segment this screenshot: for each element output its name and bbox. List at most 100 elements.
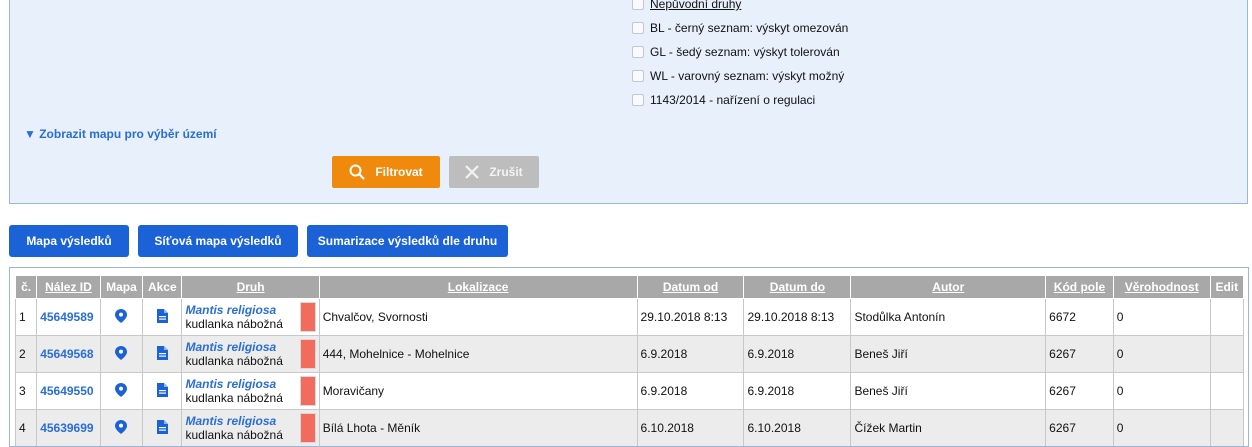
checkbox[interactable] [632, 0, 644, 10]
date-to-cell: 6.10.2018 [743, 409, 852, 446]
row-number: 2 [14, 335, 38, 373]
col-header-id[interactable]: Nález ID [36, 275, 101, 299]
edit-cell [1209, 298, 1245, 336]
map-pin-icon[interactable] [115, 308, 128, 323]
species-czech-name: kudlanka nábožná [185, 354, 283, 368]
record-id-cell: 45649568 [36, 335, 101, 373]
map-cell [99, 335, 144, 373]
action-cell [142, 298, 183, 336]
status-color-bar [299, 339, 316, 369]
table-row: 1 45649589 Mantis religiosa kudlanka nábo… [14, 298, 1245, 336]
col-header-edit: Edit [1209, 275, 1245, 299]
results-table: č. Nález ID Mapa Akce Druh Lokalizace Da… [14, 275, 1245, 446]
locality-cell: Chvalčov, Svornosti [318, 298, 638, 336]
filter-warnlist[interactable]: WL - varovný seznam: výskyt možný [632, 68, 844, 84]
map-cell [99, 372, 144, 410]
edit-cell [1209, 372, 1245, 410]
checkbox-label: 1143/2014 - nařízení o regulaci [650, 93, 816, 107]
locality-cell: Moravičany [318, 372, 638, 410]
document-icon[interactable] [156, 382, 168, 397]
species-latin-link[interactable]: Mantis religiosa [185, 414, 282, 428]
table-row: 4 45639699 Mantis religiosa kudlanka nábo… [14, 409, 1245, 446]
action-cell [142, 409, 183, 446]
row-number: 4 [14, 409, 38, 446]
checkbox[interactable] [632, 46, 644, 58]
field-code-cell: 6672 [1045, 298, 1114, 336]
record-id-link[interactable]: 45639699 [40, 421, 93, 435]
checkbox-label: BL - černý seznam: výskyt omezován [650, 21, 849, 35]
col-header-field-code[interactable]: Kód pole [1045, 275, 1114, 299]
author-cell: Stodůlka Antonín [850, 298, 1047, 336]
col-header-number: č. [14, 275, 38, 299]
col-header-author[interactable]: Autor [850, 275, 1047, 299]
table-header-row: č. Nález ID Mapa Akce Druh Lokalizace Da… [14, 275, 1245, 299]
record-id-cell: 45649550 [36, 372, 101, 410]
map-pin-icon[interactable] [115, 345, 128, 360]
filter-nonnative[interactable]: Nepůvodní druhy [632, 0, 741, 12]
species-cell: Mantis religiosa kudlanka nábožná [181, 335, 320, 373]
col-header-reliability[interactable]: Věrohodnost [1112, 275, 1211, 299]
reliability-cell: 0 [1112, 409, 1211, 446]
record-id-link[interactable]: 45649589 [40, 310, 93, 324]
col-header-map: Mapa [99, 275, 144, 299]
species-latin-link[interactable]: Mantis religiosa [185, 340, 282, 354]
species-czech-name: kudlanka nábožná [185, 391, 283, 405]
map-pin-icon[interactable] [115, 419, 128, 434]
results-map-button[interactable]: Mapa výsledků [9, 225, 129, 257]
species-cell: Mantis religiosa kudlanka nábožná [181, 298, 320, 336]
status-color-bar [299, 413, 316, 443]
date-from-cell: 6.9.2018 [636, 372, 745, 410]
document-icon[interactable] [156, 419, 168, 434]
edit-cell [1209, 409, 1245, 446]
show-map-toggle[interactable]: ▼ Zobrazit mapu pro výběr území [24, 127, 217, 141]
date-from-cell: 6.10.2018 [636, 409, 745, 446]
filter-graylist[interactable]: GL - šedý seznam: výskyt tolerován [632, 44, 840, 60]
checkbox[interactable] [632, 94, 644, 106]
col-header-species[interactable]: Druh [181, 275, 320, 299]
locality-cell: 444, Mohelnice - Mohelnice [318, 335, 638, 373]
checkbox-label: WL - varovný seznam: výskyt možný [650, 69, 845, 83]
status-color-bar [299, 302, 316, 332]
record-id-cell: 45639699 [36, 409, 101, 446]
reliability-cell: 0 [1112, 372, 1211, 410]
col-header-date-to[interactable]: Datum do [743, 275, 852, 299]
table-row: 3 45649550 Mantis religiosa kudlanka nábo… [14, 372, 1245, 410]
filter-regulation[interactable]: 1143/2014 - nařízení o regulaci [632, 92, 815, 108]
grid-map-button[interactable]: Síťová mapa výsledků [138, 225, 298, 257]
document-icon[interactable] [156, 308, 168, 323]
action-cell [142, 335, 183, 373]
species-czech-name: kudlanka nábožná [185, 317, 283, 331]
checkbox[interactable] [632, 70, 644, 82]
map-pin-icon[interactable] [115, 382, 128, 397]
results-table-container: č. Nález ID Mapa Akce Druh Lokalizace Da… [9, 267, 1249, 447]
col-header-locality[interactable]: Lokalizace [318, 275, 638, 299]
checkbox-label: Nepůvodní druhy [650, 0, 742, 11]
cancel-button[interactable]: Zrušit [449, 156, 539, 188]
row-number: 3 [14, 372, 38, 410]
locality-cell: Bílá Lhota - Měník [318, 409, 638, 446]
edit-cell [1209, 335, 1245, 373]
map-cell [99, 298, 144, 336]
reliability-cell: 0 [1112, 335, 1211, 373]
species-latin-link[interactable]: Mantis religiosa [185, 303, 282, 317]
status-color-bar [299, 376, 316, 406]
field-code-cell: 6267 [1045, 335, 1114, 373]
record-id-link[interactable]: 45649568 [40, 347, 93, 361]
record-id-link[interactable]: 45649550 [40, 384, 93, 398]
filter-button-label: Filtrovat [375, 165, 423, 179]
author-cell: Beneš Jiří [850, 335, 1047, 373]
checkbox-label: GL - šedý seznam: výskyt tolerován [650, 45, 840, 59]
filter-button[interactable]: Filtrovat [332, 156, 440, 188]
close-icon [465, 165, 480, 179]
cancel-button-label: Zrušit [489, 165, 523, 179]
species-summary-button[interactable]: Sumarizace výsledků dle druhu [307, 225, 508, 257]
filter-blacklist[interactable]: BL - černý seznam: výskyt omezován [632, 20, 848, 36]
author-cell: Beneš Jiří [850, 372, 1047, 410]
checkbox[interactable] [632, 22, 644, 34]
search-icon [349, 164, 366, 180]
row-number: 1 [14, 298, 38, 336]
document-icon[interactable] [156, 345, 168, 360]
species-latin-link[interactable]: Mantis religiosa [185, 377, 282, 391]
col-header-date-from[interactable]: Datum od [636, 275, 745, 299]
date-to-cell: 29.10.2018 8:13 [743, 298, 852, 336]
